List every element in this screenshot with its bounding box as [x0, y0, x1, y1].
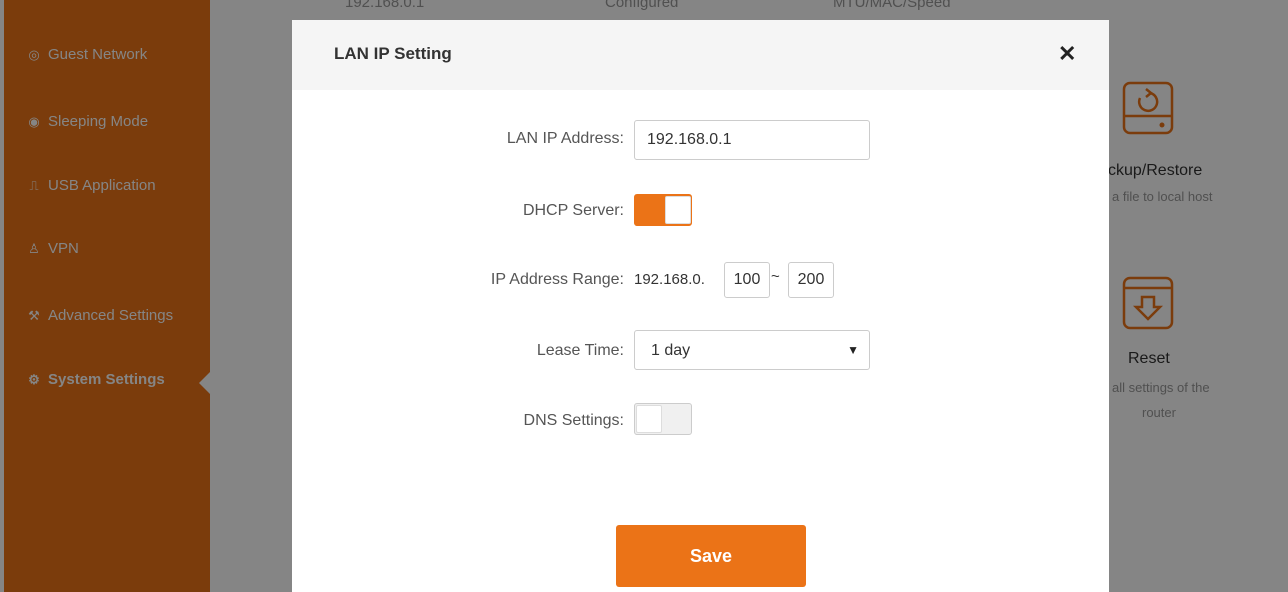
dialog-title: LAN IP Setting: [334, 44, 452, 63]
lan-ip-setting-dialog: LAN IP Setting ✕ LAN IP Address: DHCP Se…: [292, 20, 1109, 592]
save-button[interactable]: Save: [616, 525, 806, 587]
ip-range-label: IP Address Range:: [490, 271, 624, 288]
dhcp-server-label: DHCP Server:: [522, 202, 624, 219]
chevron-down-icon: ▼: [847, 343, 859, 357]
ip-range-end-input[interactable]: [788, 262, 834, 298]
lease-time-select[interactable]: 1 day ▼: [634, 330, 870, 370]
lan-ip-input[interactable]: [634, 120, 870, 160]
ip-range-prefix: 192.168.0.: [634, 271, 705, 288]
dns-settings-toggle[interactable]: [634, 403, 692, 435]
range-separator: ~: [771, 268, 780, 285]
toggle-knob: [665, 196, 691, 224]
lease-time-value: 1 day: [651, 342, 691, 359]
toggle-fill: [638, 198, 662, 222]
dialog-header: LAN IP Setting ✕: [292, 20, 1109, 90]
lease-time-label: Lease Time:: [536, 342, 624, 359]
dns-settings-label: DNS Settings:: [523, 412, 624, 429]
lan-ip-label: LAN IP Address:: [506, 130, 624, 147]
dhcp-server-toggle[interactable]: [634, 194, 692, 226]
toggle-knob: [636, 405, 662, 433]
ip-range-start-input[interactable]: [724, 262, 770, 298]
close-icon[interactable]: ✕: [1058, 42, 1076, 66]
